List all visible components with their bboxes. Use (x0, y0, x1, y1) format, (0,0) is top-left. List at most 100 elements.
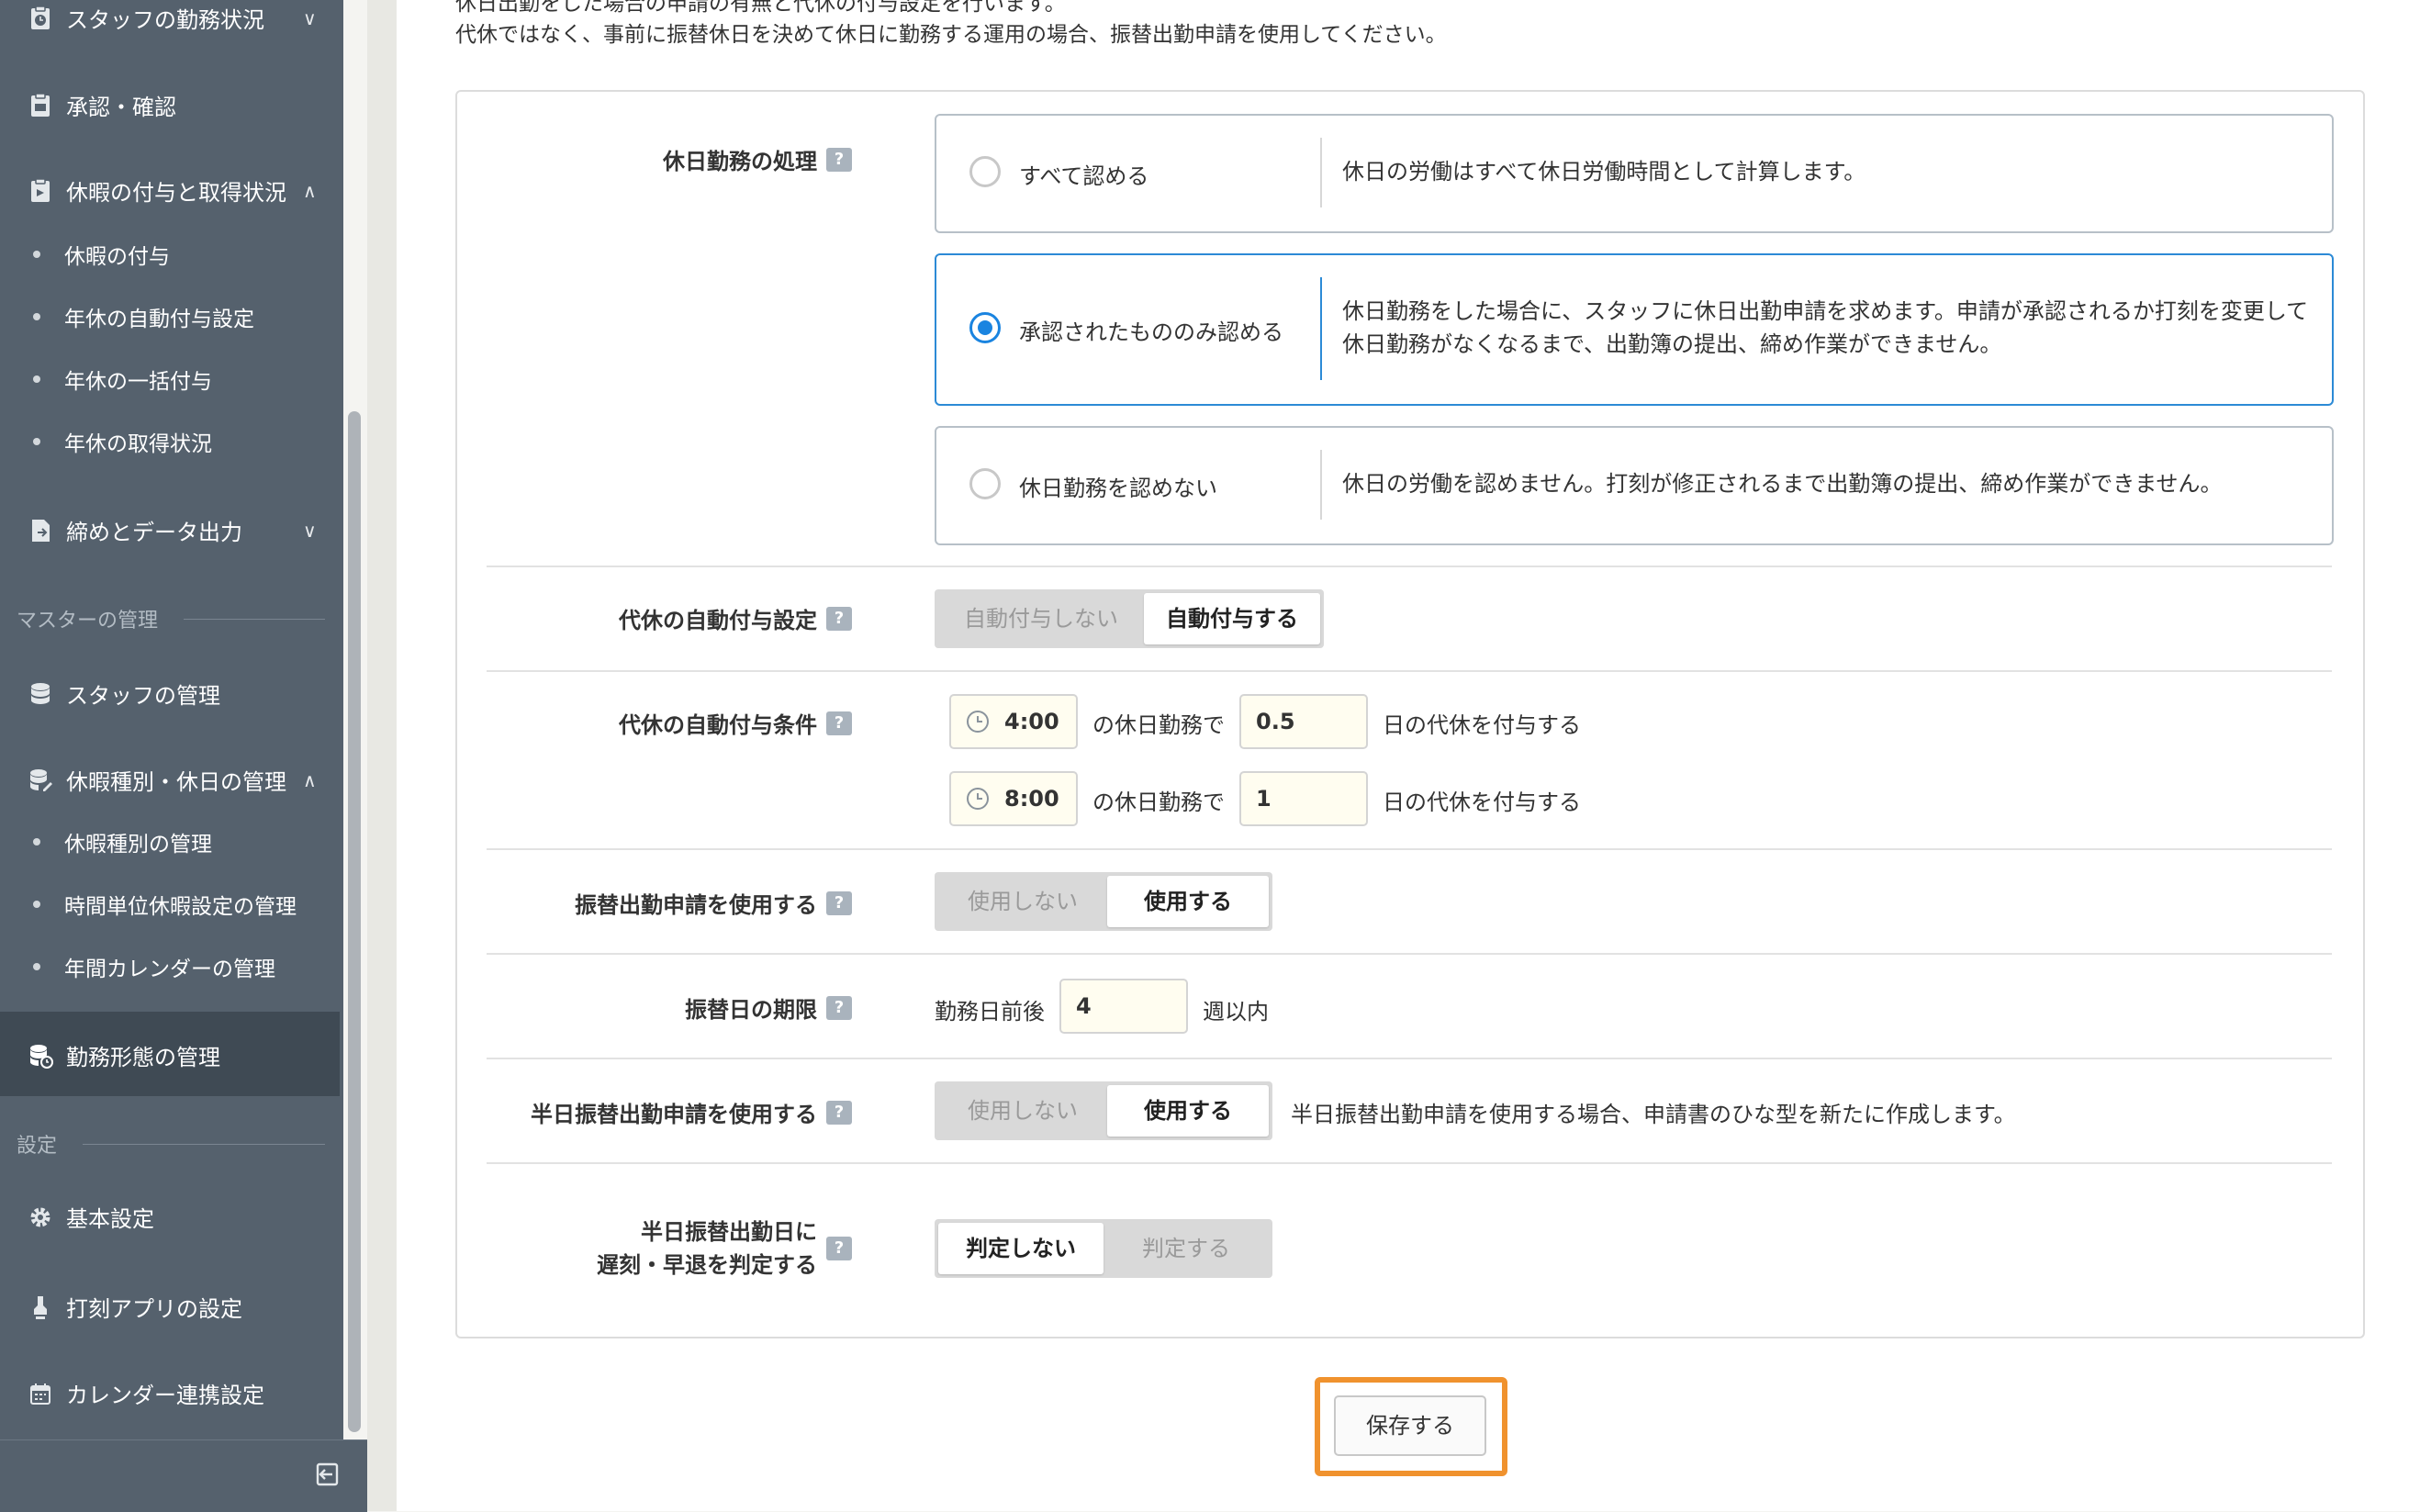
half-sub-note: 半日振替出勤申請を使用する場合、申請書のひな型を新たに作成します。 (1291, 1102, 2016, 1127)
sidebar-item-label: 年休の一括付与 (64, 370, 212, 394)
row-divider (487, 848, 2332, 850)
section-divider (83, 1143, 325, 1145)
export-doc-icon (32, 519, 50, 542)
sidebar-scrollbar[interactable] (348, 411, 361, 1432)
section-divider (184, 618, 325, 620)
substitute-toggle[interactable]: 使用しない 使用する (935, 872, 1272, 931)
sidebar-item-label: 承認・確認 (66, 95, 176, 120)
help-icon[interactable]: ? (826, 1100, 852, 1125)
sidebar-subitem-leave-type-mgmt[interactable]: 休暇種別の管理 (33, 826, 212, 857)
sidebar-item-leave[interactable]: 休暇の付与と取得状況 ∧ (28, 174, 317, 207)
option-divider (1320, 450, 1322, 520)
sidebar-gutter (367, 0, 397, 1511)
toggle-on[interactable]: 自動付与する (1144, 593, 1320, 644)
sub-deadline-label: 振替日の期限? (685, 991, 852, 1024)
sidebar-item-closing[interactable]: 締めとデータ出力 ∨ (28, 514, 317, 546)
save-button[interactable]: 保存する (1334, 1395, 1486, 1456)
calendar-icon (30, 1383, 50, 1405)
radio-button[interactable] (969, 156, 1001, 187)
sidebar-item-leave-types[interactable]: 休暇種別・休日の管理 ∧ (28, 764, 317, 796)
sidebar-item-basic-settings[interactable]: 基本設定 (28, 1201, 154, 1233)
sidebar-item-label: 休暇種別・休日の管理 (66, 769, 286, 795)
clock-icon (967, 711, 989, 733)
comp-auto-label: 代休の自動付与設定? (619, 602, 852, 634)
sidebar-item-label: スタッフの勤務状況 (66, 7, 264, 33)
row-divider (487, 1162, 2332, 1164)
time-input-2[interactable]: 8:00 (949, 771, 1078, 826)
option-disallow[interactable]: 休日勤務を認めない 休日の労働を認めません。打刻が修正されるまで出勤簿の提出、締… (935, 426, 2334, 545)
sidebar-subitem-bulk-grant[interactable]: 年休の一括付与 (33, 364, 212, 395)
comp-auto-toggle[interactable]: 自動付与しない 自動付与する (935, 589, 1324, 648)
stamp-icon (34, 1295, 47, 1319)
sidebar-subitem-annual-calendar[interactable]: 年間カレンダーの管理 (33, 951, 275, 982)
row-divider (487, 953, 2332, 955)
help-icon[interactable]: ? (826, 890, 852, 915)
days-input-2[interactable]: 1 (1239, 771, 1368, 826)
row-label-text: 代休の自動付与条件 (619, 712, 817, 738)
toggle-off[interactable]: 使用しない (938, 1085, 1107, 1137)
half-sub-toggle[interactable]: 使用しない 使用する (935, 1081, 1272, 1140)
sidebar-item-label: 年休の自動付与設定 (64, 308, 254, 331)
sidebar-item-label: 休暇の付与と取得状況 (66, 180, 286, 206)
database-icon (31, 682, 50, 704)
bullet-icon (33, 313, 40, 320)
description-line-1: 休日出勤をした場合の申請の有無と代休の付与設定を行います。 (455, 0, 1066, 16)
days-input-1[interactable]: 0.5 (1239, 694, 1368, 749)
sidebar-item-label: スタッフの管理 (66, 683, 220, 709)
chevron-down-icon[interactable]: ∨ (303, 7, 317, 29)
row-label-text: 遅刻・早退を判定する (597, 1252, 817, 1278)
radio-button-selected[interactable] (969, 312, 1001, 343)
sidebar-item-approval[interactable]: 承認・確認 (28, 89, 176, 121)
toggle-on[interactable]: 使用する (1107, 1085, 1269, 1137)
help-icon[interactable]: ? (826, 1237, 852, 1260)
sidebar-item-staff[interactable]: スタッフの管理 (28, 678, 220, 710)
help-icon[interactable]: ? (826, 147, 852, 172)
toggle-off[interactable]: 使用しない (938, 876, 1107, 927)
chevron-up-icon[interactable]: ∧ (303, 769, 317, 791)
toggle-on[interactable]: 判定する (1104, 1223, 1269, 1274)
sidebar-subitem-auto-grant[interactable]: 年休の自動付与設定 (33, 301, 254, 332)
deadline-weeks-input[interactable]: 4 (1059, 979, 1188, 1034)
sidebar-item-label: カレンダー連携設定 (66, 1383, 264, 1408)
substitute-label: 振替出勤申請を使用する? (575, 887, 852, 919)
sidebar-item-staff-status[interactable]: スタッフの勤務状況 ∨ (28, 2, 317, 34)
bullet-icon (33, 838, 40, 846)
sidebar: スタッフの勤務状況 ∨ 承認・確認 休暇の付与と取得状況 ∧ 休暇の付与 年休の… (0, 0, 343, 1511)
sidebar-item-label: 締めとデータ出力 (66, 520, 242, 545)
clock-icon (967, 788, 989, 810)
help-icon[interactable]: ? (826, 606, 852, 631)
chevron-up-icon[interactable]: ∧ (303, 180, 317, 202)
sidebar-item-label: 打刻アプリの設定 (66, 1296, 242, 1322)
option-description: 休日勤務がなくなるまで、出勤簿の提出、締め作業ができません。 (1342, 331, 2002, 357)
option-allow-all[interactable]: すべて認める 休日の労働はすべて休日労働時間として計算します。 (935, 114, 2334, 233)
half-judge-label: 半日振替出勤日に 遅刻・早退を判定する ? (597, 1215, 852, 1282)
option-description: 休日勤務をした場合に、スタッフに休日出勤申請を求めます。申請が承認されるか打刻を… (1342, 298, 2309, 324)
sidebar-item-work-pattern[interactable]: 勤務形態の管理 (28, 1039, 220, 1071)
database-edit-icon (30, 768, 52, 791)
radio-button[interactable] (969, 468, 1001, 499)
sidebar-item-label: 基本設定 (66, 1206, 154, 1232)
sidebar-subitem-usage[interactable]: 年休の取得状況 (33, 426, 212, 457)
toggle-off[interactable]: 自動付与しない (938, 593, 1144, 644)
toggle-on[interactable]: 使用する (1107, 876, 1269, 927)
days-value: 1 (1256, 786, 1272, 812)
section-label: マスターの管理 (17, 610, 159, 633)
section-label: 設定 (17, 1135, 58, 1158)
sidebar-subitem-hourly-leave[interactable]: 時間単位休暇設定の管理 (33, 889, 297, 920)
sidebar-item-stamp-app[interactable]: 打刻アプリの設定 (28, 1291, 242, 1323)
toggle-off[interactable]: 判定しない (938, 1223, 1104, 1274)
sidebar-item-calendar-sync[interactable]: カレンダー連携設定 (28, 1377, 264, 1409)
option-allow-approved[interactable]: 承認されたもののみ認める 休日勤務をした場合に、スタッフに休日出勤申請を求めます… (935, 253, 2334, 406)
help-icon[interactable]: ? (826, 711, 852, 735)
sidebar-item-label: 時間単位休暇設定の管理 (64, 895, 297, 919)
sidebar-subitem-grant[interactable]: 休暇の付与 (33, 239, 170, 270)
half-sub-label: 半日振替出勤申請を使用する? (531, 1096, 852, 1128)
help-icon[interactable]: ? (826, 995, 852, 1020)
option-divider (1320, 277, 1322, 380)
collapse-sidebar-icon[interactable] (312, 1460, 342, 1489)
time-input-1[interactable]: 4:00 (949, 694, 1078, 749)
chevron-down-icon[interactable]: ∨ (303, 520, 317, 542)
half-judge-toggle[interactable]: 判定しない 判定する (935, 1219, 1272, 1278)
cond-mid-text: の休日勤務で (1092, 790, 1225, 815)
bullet-icon (33, 375, 40, 383)
